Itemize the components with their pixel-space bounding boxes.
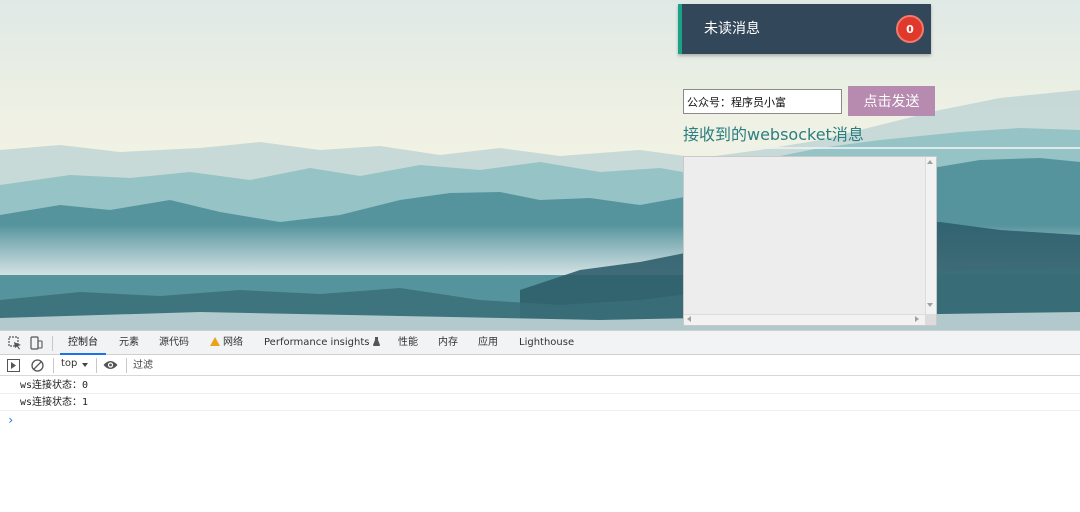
scroll-right-icon[interactable] — [915, 316, 919, 322]
device-toolbar-icon[interactable] — [29, 336, 43, 350]
devtools-tab-bar: 控制台 元素 源代码 网络 Performance insights 性能 内存… — [0, 330, 1080, 355]
scrollbar-corner — [925, 314, 936, 325]
scroll-up-icon[interactable] — [927, 160, 933, 164]
tab-network[interactable]: 网络 — [210, 331, 243, 355]
tab-elements[interactable]: 元素 — [119, 331, 139, 355]
send-button[interactable]: 点击发送 — [848, 86, 935, 116]
scroll-left-icon[interactable] — [687, 316, 691, 322]
toolbar-separator — [126, 358, 127, 373]
eye-icon[interactable] — [103, 359, 118, 371]
chevron-down-icon — [82, 363, 88, 367]
tab-memory[interactable]: 内存 — [438, 331, 458, 355]
tab-performance[interactable]: 性能 — [398, 331, 418, 355]
unread-count-badge: 0 — [896, 15, 924, 43]
console-filter-input[interactable] — [133, 357, 433, 373]
received-messages-textarea[interactable] — [683, 156, 937, 326]
unread-messages-bar[interactable]: 未读消息 0 — [678, 4, 931, 54]
toolbar-separator — [53, 358, 54, 373]
devtools-panel: 控制台 元素 源代码 网络 Performance insights 性能 内存… — [0, 330, 1080, 512]
tab-sources[interactable]: 源代码 — [159, 331, 189, 355]
received-messages-title: 接收到的websocket消息 — [683, 125, 864, 144]
tab-lighthouse[interactable]: Lighthouse — [519, 331, 574, 355]
scroll-down-icon[interactable] — [927, 303, 933, 307]
message-input[interactable] — [683, 89, 842, 114]
sidebar-toggle-icon[interactable] — [7, 359, 20, 372]
inspect-element-icon[interactable] — [8, 336, 22, 350]
page-viewport: 未读消息 0 点击发送 接收到的websocket消息 — [0, 0, 1080, 330]
console-prompt-icon[interactable]: › — [7, 413, 14, 427]
console-toolbar: top — [0, 355, 1080, 376]
tab-separator — [52, 336, 53, 351]
context-selector[interactable]: top — [61, 358, 77, 369]
clear-console-icon[interactable] — [31, 359, 44, 372]
warning-icon — [210, 337, 220, 346]
tab-performance-insights[interactable]: Performance insights — [264, 331, 381, 355]
flask-icon — [373, 337, 381, 346]
horizontal-scrollbar[interactable] — [684, 314, 925, 325]
tab-console[interactable]: 控制台 — [60, 331, 106, 355]
toolbar-separator — [96, 358, 97, 373]
vertical-scrollbar[interactable] — [925, 157, 936, 314]
console-log-line: ws连接状态：0 — [0, 377, 1080, 394]
unread-messages-label: 未读消息 — [704, 21, 760, 37]
tab-application[interactable]: 应用 — [478, 331, 498, 355]
title-divider — [683, 147, 1080, 149]
console-log-line: ws连接状态：1 — [0, 394, 1080, 411]
